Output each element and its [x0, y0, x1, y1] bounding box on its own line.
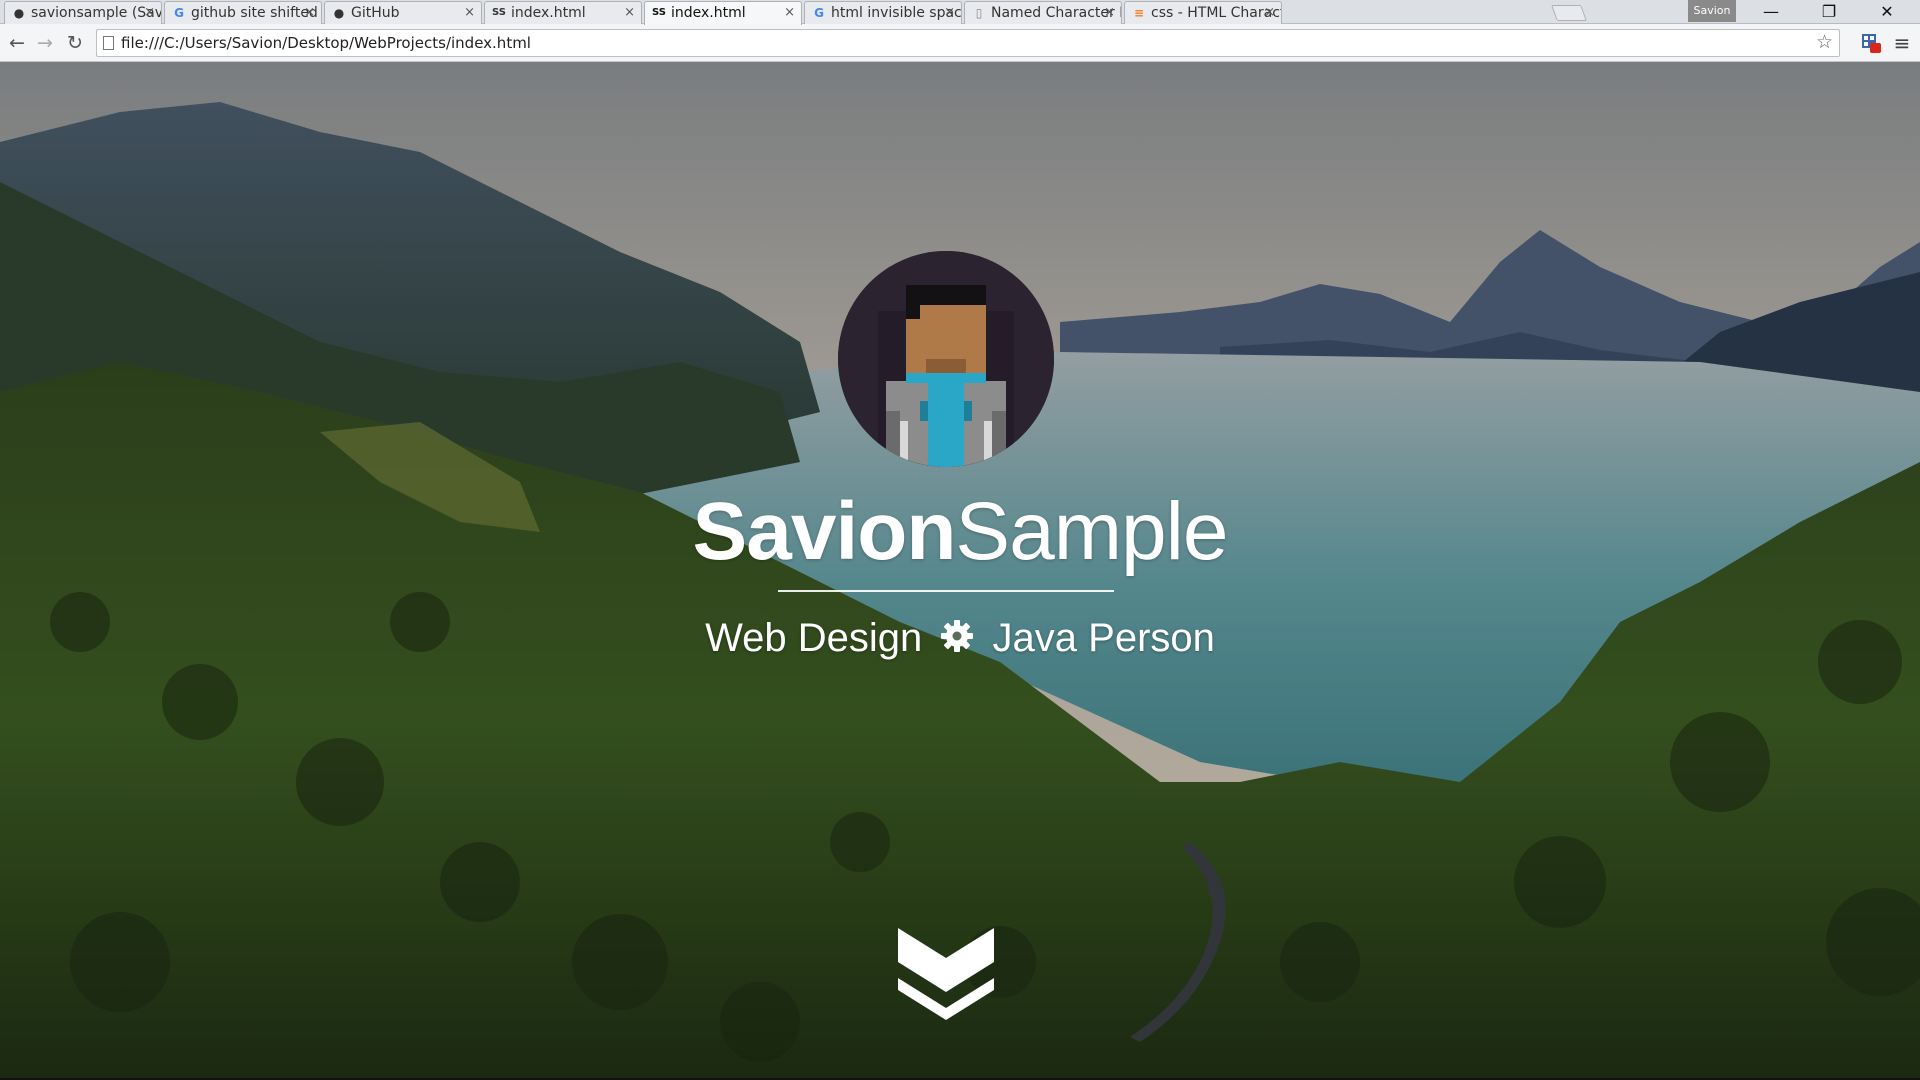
page-viewport: SavionSample Web Design Java Person: [0, 62, 1920, 1078]
profile-badge[interactable]: Savion: [1688, 0, 1736, 22]
tab-title: css - HTML Characte: [1151, 5, 1282, 21]
hero-section: SavionSample Web Design Java Person: [0, 62, 1920, 1078]
back-button[interactable]: ←: [4, 30, 30, 56]
browser-tab[interactable]: ≡ css - HTML Characte ×: [1124, 1, 1282, 24]
site-title: SavionSample: [0, 477, 1920, 587]
restore-button[interactable]: ❐: [1800, 0, 1858, 24]
tab-title: github site shifted to: [191, 5, 322, 21]
tab-close-icon[interactable]: ×: [944, 2, 955, 24]
tab-close-icon[interactable]: ×: [144, 2, 155, 24]
tab-title: Named Character Ent: [991, 5, 1121, 21]
extension-icon[interactable]: [1860, 32, 1882, 54]
tagline-left: Web Design: [705, 616, 923, 660]
tab-title: GitHub: [351, 5, 400, 21]
document-icon: ▯: [975, 6, 983, 20]
avatar: [838, 251, 1054, 467]
ss-logo-icon: SS: [492, 7, 506, 18]
tagline-right: Java Person: [992, 616, 1215, 660]
tab-close-icon[interactable]: ×: [784, 2, 795, 24]
browser-tab[interactable]: G github site shifted to ×: [164, 1, 322, 24]
page-icon: [103, 36, 114, 50]
reload-button[interactable]: ↻: [62, 30, 88, 56]
scroll-down-chevron-icon[interactable]: [898, 928, 994, 1020]
title-divider: [778, 590, 1114, 592]
tagline: Web Design Java Person: [0, 610, 1920, 666]
tab-title: index.html: [671, 5, 746, 21]
minimize-button[interactable]: —: [1742, 0, 1800, 24]
tab-title: index.html: [511, 5, 586, 21]
browser-tab-active[interactable]: SS index.html ×: [644, 1, 802, 25]
browser-toolbar: ← → ↻ file:///C:/Users/Savion/Desktop/We…: [0, 24, 1920, 62]
tab-title: savionsample (Savior: [31, 5, 161, 21]
browser-tab[interactable]: G html invisible space - ×: [804, 1, 962, 24]
github-icon: ●: [13, 6, 25, 20]
forward-button[interactable]: →: [32, 30, 58, 56]
browser-tab[interactable]: SS index.html ×: [484, 1, 642, 24]
github-icon: ●: [333, 6, 345, 20]
google-icon: G: [174, 6, 184, 20]
tab-strip: ● savionsample (Savior × G github site s…: [0, 0, 1920, 25]
ss-logo-icon: SS: [652, 7, 666, 18]
stackoverflow-icon: ≡: [1133, 6, 1145, 20]
google-icon: G: [814, 6, 824, 20]
tab-title: html invisible space -: [831, 5, 962, 21]
bookmark-star-icon[interactable]: ☆: [1816, 31, 1833, 53]
site-title-light: Sample: [955, 486, 1228, 577]
menu-icon[interactable]: ≡: [1890, 31, 1914, 55]
site-title-bold: Savion: [692, 486, 957, 577]
browser-tab[interactable]: ● savionsample (Savior ×: [4, 1, 162, 24]
browser-tab[interactable]: ▯ Named Character Ent ×: [964, 1, 1122, 24]
address-bar[interactable]: file:///C:/Users/Savion/Desktop/WebProje…: [96, 29, 1840, 57]
tab-close-icon[interactable]: ×: [624, 2, 635, 24]
gear-icon: [941, 620, 974, 653]
close-window-button[interactable]: ✕: [1858, 0, 1916, 24]
tab-close-icon[interactable]: ×: [1264, 2, 1275, 24]
tab-close-icon[interactable]: ×: [304, 2, 315, 24]
new-tab-button[interactable]: [1551, 5, 1587, 21]
tab-close-icon[interactable]: ×: [464, 2, 475, 24]
browser-tab[interactable]: ● GitHub ×: [324, 1, 482, 24]
tab-close-icon[interactable]: ×: [1104, 2, 1115, 24]
url-text[interactable]: file:///C:/Users/Savion/Desktop/WebProje…: [121, 30, 531, 56]
